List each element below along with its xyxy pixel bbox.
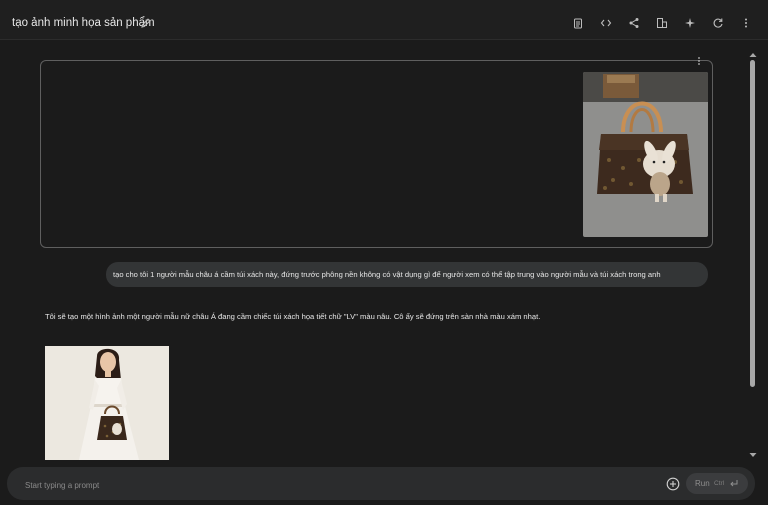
- run-button[interactable]: Run Ctrl: [686, 473, 748, 494]
- model-response-text: Tôi sẽ tạo một hình ảnh một người mẫu nữ…: [45, 312, 541, 321]
- user-message-text: tạo cho tôi 1 người mẫu châu á cầm túi x…: [113, 270, 661, 279]
- chat-area: tạo cho tôi 1 người mẫu châu á cầm túi x…: [0, 41, 746, 465]
- generated-model-image[interactable]: [45, 346, 169, 460]
- page-title: tạo ảnh minh họa sản phẩm: [12, 17, 155, 29]
- run-shortcut: Ctrl: [714, 480, 725, 487]
- compare-icon[interactable]: [656, 17, 668, 29]
- add-icon[interactable]: [666, 477, 680, 491]
- more-vert-icon[interactable]: [740, 17, 752, 29]
- top-bar: tạo ảnh minh họa sản phẩm: [0, 0, 768, 40]
- run-label: Run: [695, 479, 710, 488]
- user-message-bubble: tạo cho tôi 1 người mẫu châu á cầm túi x…: [106, 262, 708, 287]
- code-icon[interactable]: [600, 17, 612, 29]
- scroll-up-arrow-icon[interactable]: [749, 52, 757, 58]
- prompt-input[interactable]: [25, 479, 625, 491]
- scroll-thumb[interactable]: [750, 60, 755, 387]
- uploaded-handbag-image[interactable]: [583, 72, 708, 237]
- edit-icon[interactable]: [140, 17, 152, 29]
- enter-icon: [729, 479, 738, 487]
- refresh-icon[interactable]: [712, 17, 724, 29]
- share-icon[interactable]: [628, 17, 640, 29]
- scroll-down-arrow-icon[interactable]: [749, 452, 757, 458]
- sparkle-icon[interactable]: [684, 17, 696, 29]
- card-more-icon[interactable]: [694, 55, 704, 67]
- clipboard-icon[interactable]: [572, 17, 584, 29]
